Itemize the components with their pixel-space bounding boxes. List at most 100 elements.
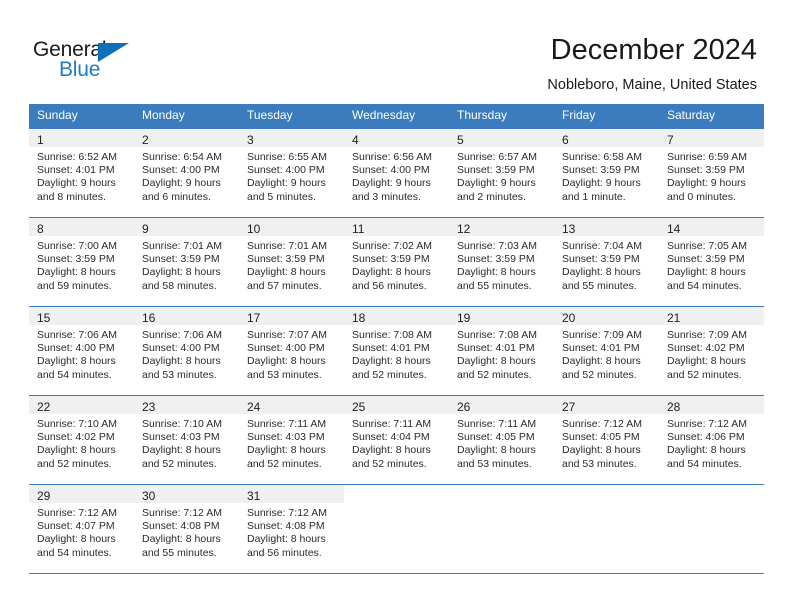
- daylight-text-line2: and 59 minutes.: [37, 279, 112, 292]
- day-number-band: 26: [449, 396, 554, 414]
- triangle-icon: [98, 43, 129, 62]
- calendar-day-cell[interactable]: 8 Sunrise: 7:00 AM Sunset: 3:59 PM Dayli…: [29, 218, 134, 306]
- calendar-day-cell[interactable]: 22 Sunrise: 7:10 AM Sunset: 4:02 PM Dayl…: [29, 396, 134, 484]
- day-details: Sunrise: 7:08 AM Sunset: 4:01 PM Dayligh…: [344, 325, 449, 382]
- sunrise-text: Sunrise: 6:57 AM: [457, 151, 537, 163]
- daylight-text-line2: and 52 minutes.: [457, 368, 532, 381]
- day-details: Sunrise: 7:11 AM Sunset: 4:05 PM Dayligh…: [449, 414, 554, 471]
- daylight-text-line1: Daylight: 9 hours: [142, 177, 221, 190]
- sunset-text: Sunset: 4:00 PM: [247, 164, 325, 177]
- calendar-day-cell[interactable]: 29 Sunrise: 7:12 AM Sunset: 4:07 PM Dayl…: [29, 485, 134, 573]
- day-details: Sunrise: 7:01 AM Sunset: 3:59 PM Dayligh…: [134, 236, 239, 293]
- calendar-day-cell[interactable]: 19 Sunrise: 7:08 AM Sunset: 4:01 PM Dayl…: [449, 307, 554, 395]
- day-number-band: 27: [554, 396, 659, 414]
- brand-logo[interactable]: General Blue: [33, 38, 163, 86]
- day-details: Sunrise: 7:10 AM Sunset: 4:02 PM Dayligh…: [29, 414, 134, 471]
- daylight-text-line2: and 55 minutes.: [457, 279, 532, 292]
- day-details: Sunrise: 7:08 AM Sunset: 4:01 PM Dayligh…: [449, 325, 554, 382]
- daylight-text-line2: and 2 minutes.: [457, 190, 526, 203]
- day-details: Sunrise: 7:09 AM Sunset: 4:01 PM Dayligh…: [554, 325, 659, 382]
- day-number: 25: [352, 400, 366, 414]
- day-details: Sunrise: 6:58 AM Sunset: 3:59 PM Dayligh…: [554, 147, 659, 204]
- calendar-day-cell[interactable]: 30 Sunrise: 7:12 AM Sunset: 4:08 PM Dayl…: [134, 485, 239, 573]
- calendar-day-cell[interactable]: 3 Sunrise: 6:55 AM Sunset: 4:00 PM Dayli…: [239, 129, 344, 217]
- day-number: 16: [142, 311, 156, 325]
- sunset-text: Sunset: 4:05 PM: [562, 431, 640, 444]
- calendar-day-cell[interactable]: 25 Sunrise: 7:11 AM Sunset: 4:04 PM Dayl…: [344, 396, 449, 484]
- calendar-day-cell[interactable]: 1 Sunrise: 6:52 AM Sunset: 4:01 PM Dayli…: [29, 129, 134, 217]
- weekday-header-sunday: Sunday: [37, 108, 78, 122]
- day-number-band: 9: [134, 218, 239, 236]
- calendar-day-cell[interactable]: 15 Sunrise: 7:06 AM Sunset: 4:00 PM Dayl…: [29, 307, 134, 395]
- day-number-band: 22: [29, 396, 134, 414]
- day-number-band: 8: [29, 218, 134, 236]
- sunset-text: Sunset: 4:01 PM: [352, 342, 430, 355]
- calendar-week-row: 1 Sunrise: 6:52 AM Sunset: 4:01 PM Dayli…: [29, 128, 764, 217]
- day-number-band: 16: [134, 307, 239, 325]
- daylight-text-line2: and 55 minutes.: [562, 279, 637, 292]
- calendar-day-cell[interactable]: 13 Sunrise: 7:04 AM Sunset: 3:59 PM Dayl…: [554, 218, 659, 306]
- calendar-day-cell[interactable]: 21 Sunrise: 7:09 AM Sunset: 4:02 PM Dayl…: [659, 307, 764, 395]
- day-number: 1: [37, 133, 44, 147]
- calendar-day-cell[interactable]: 10 Sunrise: 7:01 AM Sunset: 3:59 PM Dayl…: [239, 218, 344, 306]
- sunrise-text: Sunrise: 7:01 AM: [247, 240, 327, 252]
- calendar-day-cell[interactable]: 24 Sunrise: 7:11 AM Sunset: 4:03 PM Dayl…: [239, 396, 344, 484]
- sunset-text: Sunset: 3:59 PM: [247, 253, 325, 266]
- day-number-band: 4: [344, 129, 449, 147]
- calendar-day-cell[interactable]: 18 Sunrise: 7:08 AM Sunset: 4:01 PM Dayl…: [344, 307, 449, 395]
- day-number-band: 10: [239, 218, 344, 236]
- calendar-day-cell[interactable]: 14 Sunrise: 7:05 AM Sunset: 3:59 PM Dayl…: [659, 218, 764, 306]
- calendar-day-cell[interactable]: 11 Sunrise: 7:02 AM Sunset: 3:59 PM Dayl…: [344, 218, 449, 306]
- calendar-day-cell[interactable]: 27 Sunrise: 7:12 AM Sunset: 4:05 PM Dayl…: [554, 396, 659, 484]
- calendar-day-cell[interactable]: 23 Sunrise: 7:10 AM Sunset: 4:03 PM Dayl…: [134, 396, 239, 484]
- day-details: Sunrise: 6:54 AM Sunset: 4:00 PM Dayligh…: [134, 147, 239, 204]
- weekday-header-thursday: Thursday: [457, 108, 508, 122]
- day-details: Sunrise: 7:01 AM Sunset: 3:59 PM Dayligh…: [239, 236, 344, 293]
- weekday-header-wednesday: Wednesday: [352, 108, 416, 122]
- calendar-day-cell[interactable]: 2 Sunrise: 6:54 AM Sunset: 4:00 PM Dayli…: [134, 129, 239, 217]
- day-details: Sunrise: 6:59 AM Sunset: 3:59 PM Dayligh…: [659, 147, 764, 204]
- calendar-day-cell[interactable]: 31 Sunrise: 7:12 AM Sunset: 4:08 PM Dayl…: [239, 485, 344, 573]
- sunset-text: Sunset: 4:00 PM: [352, 164, 430, 177]
- day-number: 21: [667, 311, 681, 325]
- calendar-day-cell-empty: [449, 485, 554, 573]
- sunset-text: Sunset: 4:00 PM: [37, 342, 115, 355]
- day-details: Sunrise: 7:06 AM Sunset: 4:00 PM Dayligh…: [29, 325, 134, 382]
- daylight-text-line1: Daylight: 8 hours: [37, 266, 116, 279]
- daylight-text-line2: and 52 minutes.: [247, 457, 322, 470]
- daylight-text-line2: and 54 minutes.: [667, 279, 742, 292]
- calendar-day-cell[interactable]: 9 Sunrise: 7:01 AM Sunset: 3:59 PM Dayli…: [134, 218, 239, 306]
- calendar-day-cell[interactable]: 6 Sunrise: 6:58 AM Sunset: 3:59 PM Dayli…: [554, 129, 659, 217]
- day-details: Sunrise: 6:57 AM Sunset: 3:59 PM Dayligh…: [449, 147, 554, 204]
- daylight-text-line1: Daylight: 8 hours: [667, 355, 746, 368]
- day-number: 13: [562, 222, 576, 236]
- daylight-text-line2: and 54 minutes.: [37, 368, 112, 381]
- day-number-band: 20: [554, 307, 659, 325]
- daylight-text-line2: and 54 minutes.: [37, 546, 112, 559]
- calendar-day-cell[interactable]: 5 Sunrise: 6:57 AM Sunset: 3:59 PM Dayli…: [449, 129, 554, 217]
- day-number-band: 18: [344, 307, 449, 325]
- day-number: 19: [457, 311, 471, 325]
- calendar-day-cell[interactable]: 17 Sunrise: 7:07 AM Sunset: 4:00 PM Dayl…: [239, 307, 344, 395]
- daylight-text-line2: and 53 minutes.: [142, 368, 217, 381]
- calendar-day-cell[interactable]: 20 Sunrise: 7:09 AM Sunset: 4:01 PM Dayl…: [554, 307, 659, 395]
- day-number-band: 2: [134, 129, 239, 147]
- calendar-day-cell[interactable]: 4 Sunrise: 6:56 AM Sunset: 4:00 PM Dayli…: [344, 129, 449, 217]
- day-number-band: 31: [239, 485, 344, 503]
- sunrise-text: Sunrise: 7:12 AM: [37, 507, 117, 519]
- day-details: Sunrise: 7:09 AM Sunset: 4:02 PM Dayligh…: [659, 325, 764, 382]
- sunset-text: Sunset: 4:03 PM: [142, 431, 220, 444]
- daylight-text-line2: and 6 minutes.: [142, 190, 211, 203]
- calendar-day-cell[interactable]: 28 Sunrise: 7:12 AM Sunset: 4:06 PM Dayl…: [659, 396, 764, 484]
- calendar-day-cell[interactable]: 7 Sunrise: 6:59 AM Sunset: 3:59 PM Dayli…: [659, 129, 764, 217]
- weekday-header-monday: Monday: [142, 108, 185, 122]
- daylight-text-line2: and 5 minutes.: [247, 190, 316, 203]
- sunrise-text: Sunrise: 7:09 AM: [562, 329, 642, 341]
- calendar-day-cell[interactable]: 16 Sunrise: 7:06 AM Sunset: 4:00 PM Dayl…: [134, 307, 239, 395]
- calendar-day-cell-empty: [554, 485, 659, 573]
- sunset-text: Sunset: 3:59 PM: [667, 253, 745, 266]
- daylight-text-line1: Daylight: 9 hours: [352, 177, 431, 190]
- daylight-text-line1: Daylight: 8 hours: [142, 355, 221, 368]
- calendar-day-cell[interactable]: 12 Sunrise: 7:03 AM Sunset: 3:59 PM Dayl…: [449, 218, 554, 306]
- calendar-day-cell[interactable]: 26 Sunrise: 7:11 AM Sunset: 4:05 PM Dayl…: [449, 396, 554, 484]
